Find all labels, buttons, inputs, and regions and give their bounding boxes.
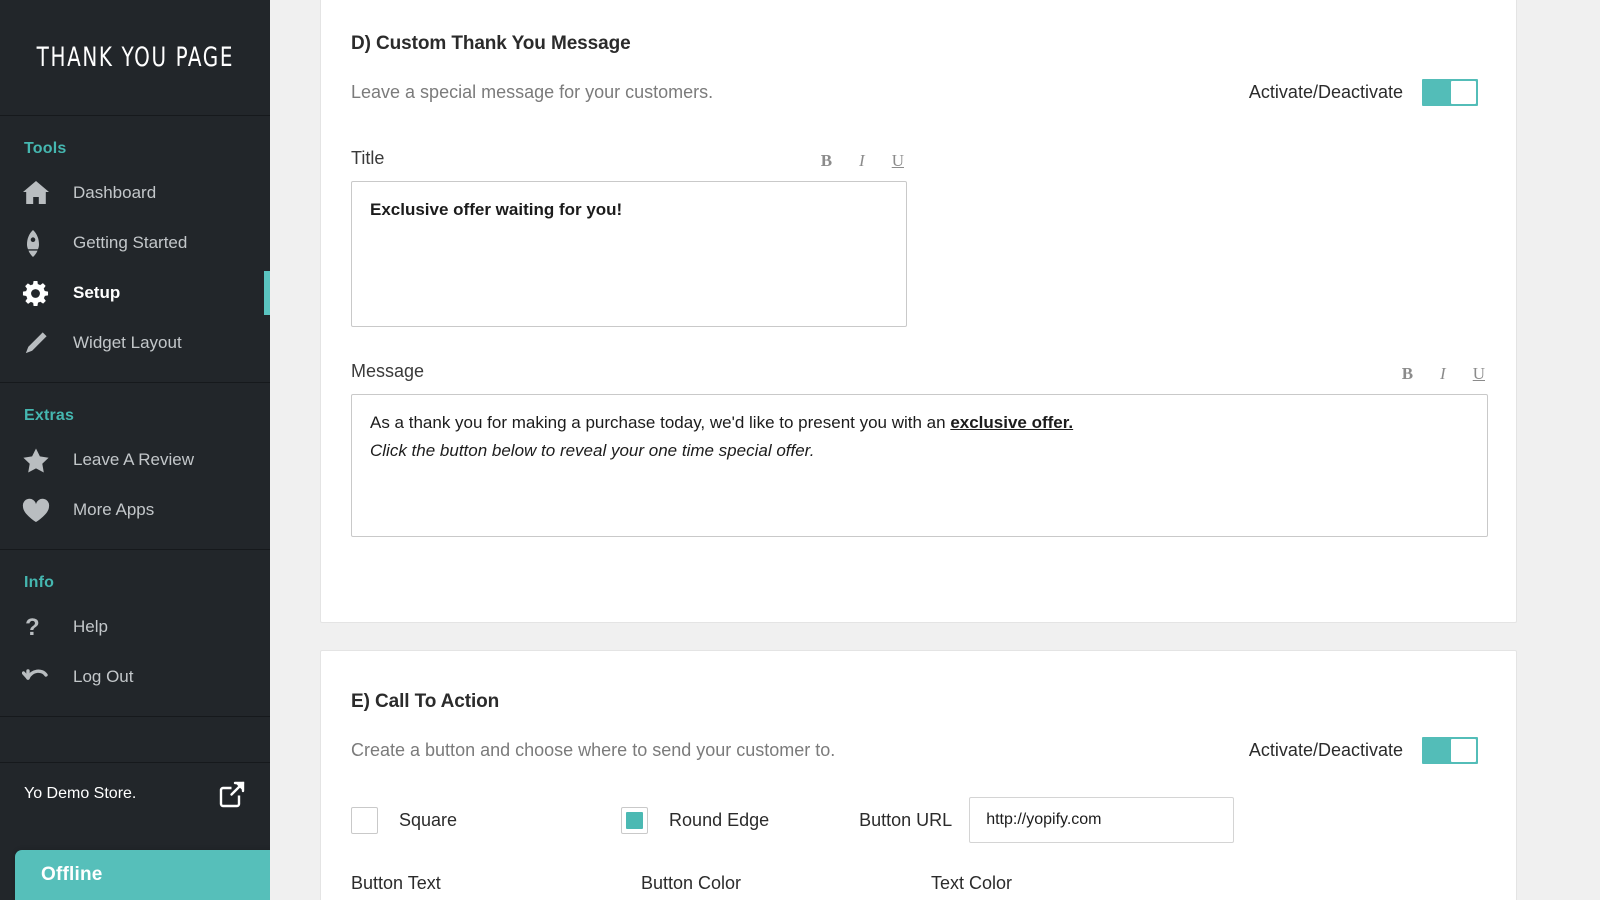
sidebar-item-label: Dashboard <box>73 183 157 202</box>
activate-toggle-group-d[interactable]: Activate/Deactivate <box>1249 79 1478 106</box>
sidebar-item-label: Getting Started <box>73 233 188 252</box>
title-field-header: Title B I U <box>351 148 907 169</box>
nav-group-title-extras: Extras <box>24 407 75 424</box>
checkbox-round-edge[interactable] <box>621 806 649 834</box>
section-call-to-action: E) Call To Action Create a button and ch… <box>320 650 1517 900</box>
checkbox-fill <box>626 811 644 829</box>
message-field-block: Message B I U As a thank you for making … <box>351 361 1488 537</box>
app-root: THANK YOU PAGE Tools Dashboard Getting S… <box>0 0 1600 900</box>
cta-options-row: Square Round Edge Button URL <box>351 797 1478 843</box>
sidebar: THANK YOU PAGE Tools Dashboard Getting S… <box>0 0 270 900</box>
shape-option-round-edge[interactable]: Round Edge <box>621 806 770 834</box>
cta-subheading-row: Create a button and choose where to send… <box>351 737 1478 764</box>
external-link-icon[interactable] <box>218 780 246 808</box>
shape-option-square[interactable]: Square <box>351 806 458 834</box>
italic-button[interactable]: I <box>1440 365 1446 382</box>
heart-icon <box>22 498 60 523</box>
toggle-label: Activate/Deactivate <box>1248 740 1403 760</box>
brand-header: THANK YOU PAGE <box>0 0 270 116</box>
title-field-label: Title <box>351 148 385 168</box>
bold-button[interactable]: B <box>821 152 832 169</box>
cta-subheading: Create a button and choose where to send… <box>351 740 836 760</box>
sidebar-item-label: More Apps <box>73 500 155 519</box>
italic-button[interactable]: I <box>859 152 865 169</box>
store-name: Yo Demo Store. <box>24 784 137 802</box>
chat-status-label: Offline <box>41 864 103 885</box>
sidebar-item-more-apps[interactable]: More Apps <box>0 485 270 535</box>
nav-group-extras: Extras Leave A Review More Apps <box>0 383 270 550</box>
button-color-label: Button Color <box>641 873 742 893</box>
sidebar-item-label: Log Out <box>73 667 134 686</box>
nav-group-title-info: Info <box>24 574 55 591</box>
pencil-icon <box>22 330 60 357</box>
underline-button[interactable]: U <box>892 152 904 169</box>
checkbox-label: Round Edge <box>669 809 770 830</box>
title-format-toolbar: B I U <box>821 152 907 169</box>
nav-group-title-tools: Tools <box>24 140 67 157</box>
underline-button[interactable]: U <box>1473 365 1485 382</box>
toggle-label: Activate/Deactivate <box>1248 82 1403 102</box>
sidebar-item-label: Help <box>73 617 108 636</box>
title-input[interactable]: Exclusive offer waiting for you! <box>351 181 907 327</box>
cta-heading: E) Call To Action <box>351 691 500 712</box>
message-line-2: Click the button below to reveal your on… <box>370 440 815 460</box>
message-field-header: Message B I U <box>351 361 1488 382</box>
message-format-toolbar: B I U <box>1402 365 1488 382</box>
activate-deactivate-toggle[interactable] <box>1422 79 1478 106</box>
main-content: D) Custom Thank You Message Leave a spec… <box>270 0 1600 900</box>
title-input-value: Exclusive offer waiting for you! <box>370 200 623 219</box>
sidebar-item-widget-layout[interactable]: Widget Layout <box>0 318 270 368</box>
toggle-knob <box>1451 81 1476 104</box>
button-url-group: Button URL <box>859 797 1235 843</box>
activate-deactivate-toggle[interactable] <box>1422 737 1478 764</box>
sidebar-item-help[interactable]: ? Help <box>0 602 270 652</box>
section-subheading: Leave a special message for your custome… <box>351 82 714 102</box>
message-line-1-emphasis: exclusive offer. <box>950 413 1074 432</box>
sidebar-item-log-out[interactable]: Log Out <box>0 652 270 702</box>
checkbox-square[interactable] <box>351 806 378 834</box>
undo-arrow-icon <box>22 665 60 689</box>
sidebar-item-label: Leave A Review <box>73 450 194 469</box>
section-custom-thank-you-message: D) Custom Thank You Message Leave a spec… <box>320 0 1517 623</box>
store-footer[interactable]: Yo Demo Store. <box>0 762 270 824</box>
chat-widget-offline-bar[interactable]: Offline <box>15 850 270 900</box>
toggle-knob <box>1451 739 1476 762</box>
bold-button[interactable]: B <box>1402 365 1413 382</box>
message-line-1-prefix: As a thank you for making a purchase tod… <box>370 413 951 432</box>
gear-icon <box>22 280 60 307</box>
sidebar-item-getting-started[interactable]: Getting Started <box>0 218 270 268</box>
sidebar-item-leave-a-review[interactable]: Leave A Review <box>0 435 270 485</box>
section-subheading-row: Leave a special message for your custome… <box>351 79 1478 106</box>
checkbox-label: Square <box>399 809 458 830</box>
title-field-block: Title B I U Exclusive offer waiting for … <box>351 148 1478 327</box>
page-title: D) Custom Thank You Message <box>351 33 631 54</box>
sidebar-item-setup[interactable]: Setup <box>0 268 270 318</box>
activate-toggle-group-e[interactable]: Activate/Deactivate <box>1249 737 1478 764</box>
text-color-label: Text Color <box>931 873 1013 893</box>
nav-group-info: Info ? Help Log Out <box>0 550 270 717</box>
nav-group-tools: Tools Dashboard Getting Started Setup Wi… <box>0 116 270 383</box>
button-url-input[interactable] <box>969 797 1235 843</box>
sidebar-item-dashboard[interactable]: Dashboard <box>0 168 270 218</box>
message-line-1: As a thank you for making a purchase tod… <box>370 411 1469 436</box>
rocket-icon <box>22 229 60 257</box>
cta-bottom-labels-row: Button Text Button Color Text Color <box>351 873 1478 894</box>
sidebar-item-label: Setup <box>73 283 121 302</box>
question-mark-icon: ? <box>22 613 60 641</box>
home-icon <box>22 180 60 206</box>
sidebar-item-label: Widget Layout <box>73 333 182 352</box>
message-input[interactable]: As a thank you for making a purchase tod… <box>351 394 1488 537</box>
star-icon <box>22 447 60 474</box>
message-field-label: Message <box>351 361 425 381</box>
svg-text:?: ? <box>25 614 40 641</box>
app-title: THANK YOU PAGE <box>36 42 234 73</box>
button-url-label: Button URL <box>859 809 953 830</box>
button-text-label: Button Text <box>351 873 441 893</box>
